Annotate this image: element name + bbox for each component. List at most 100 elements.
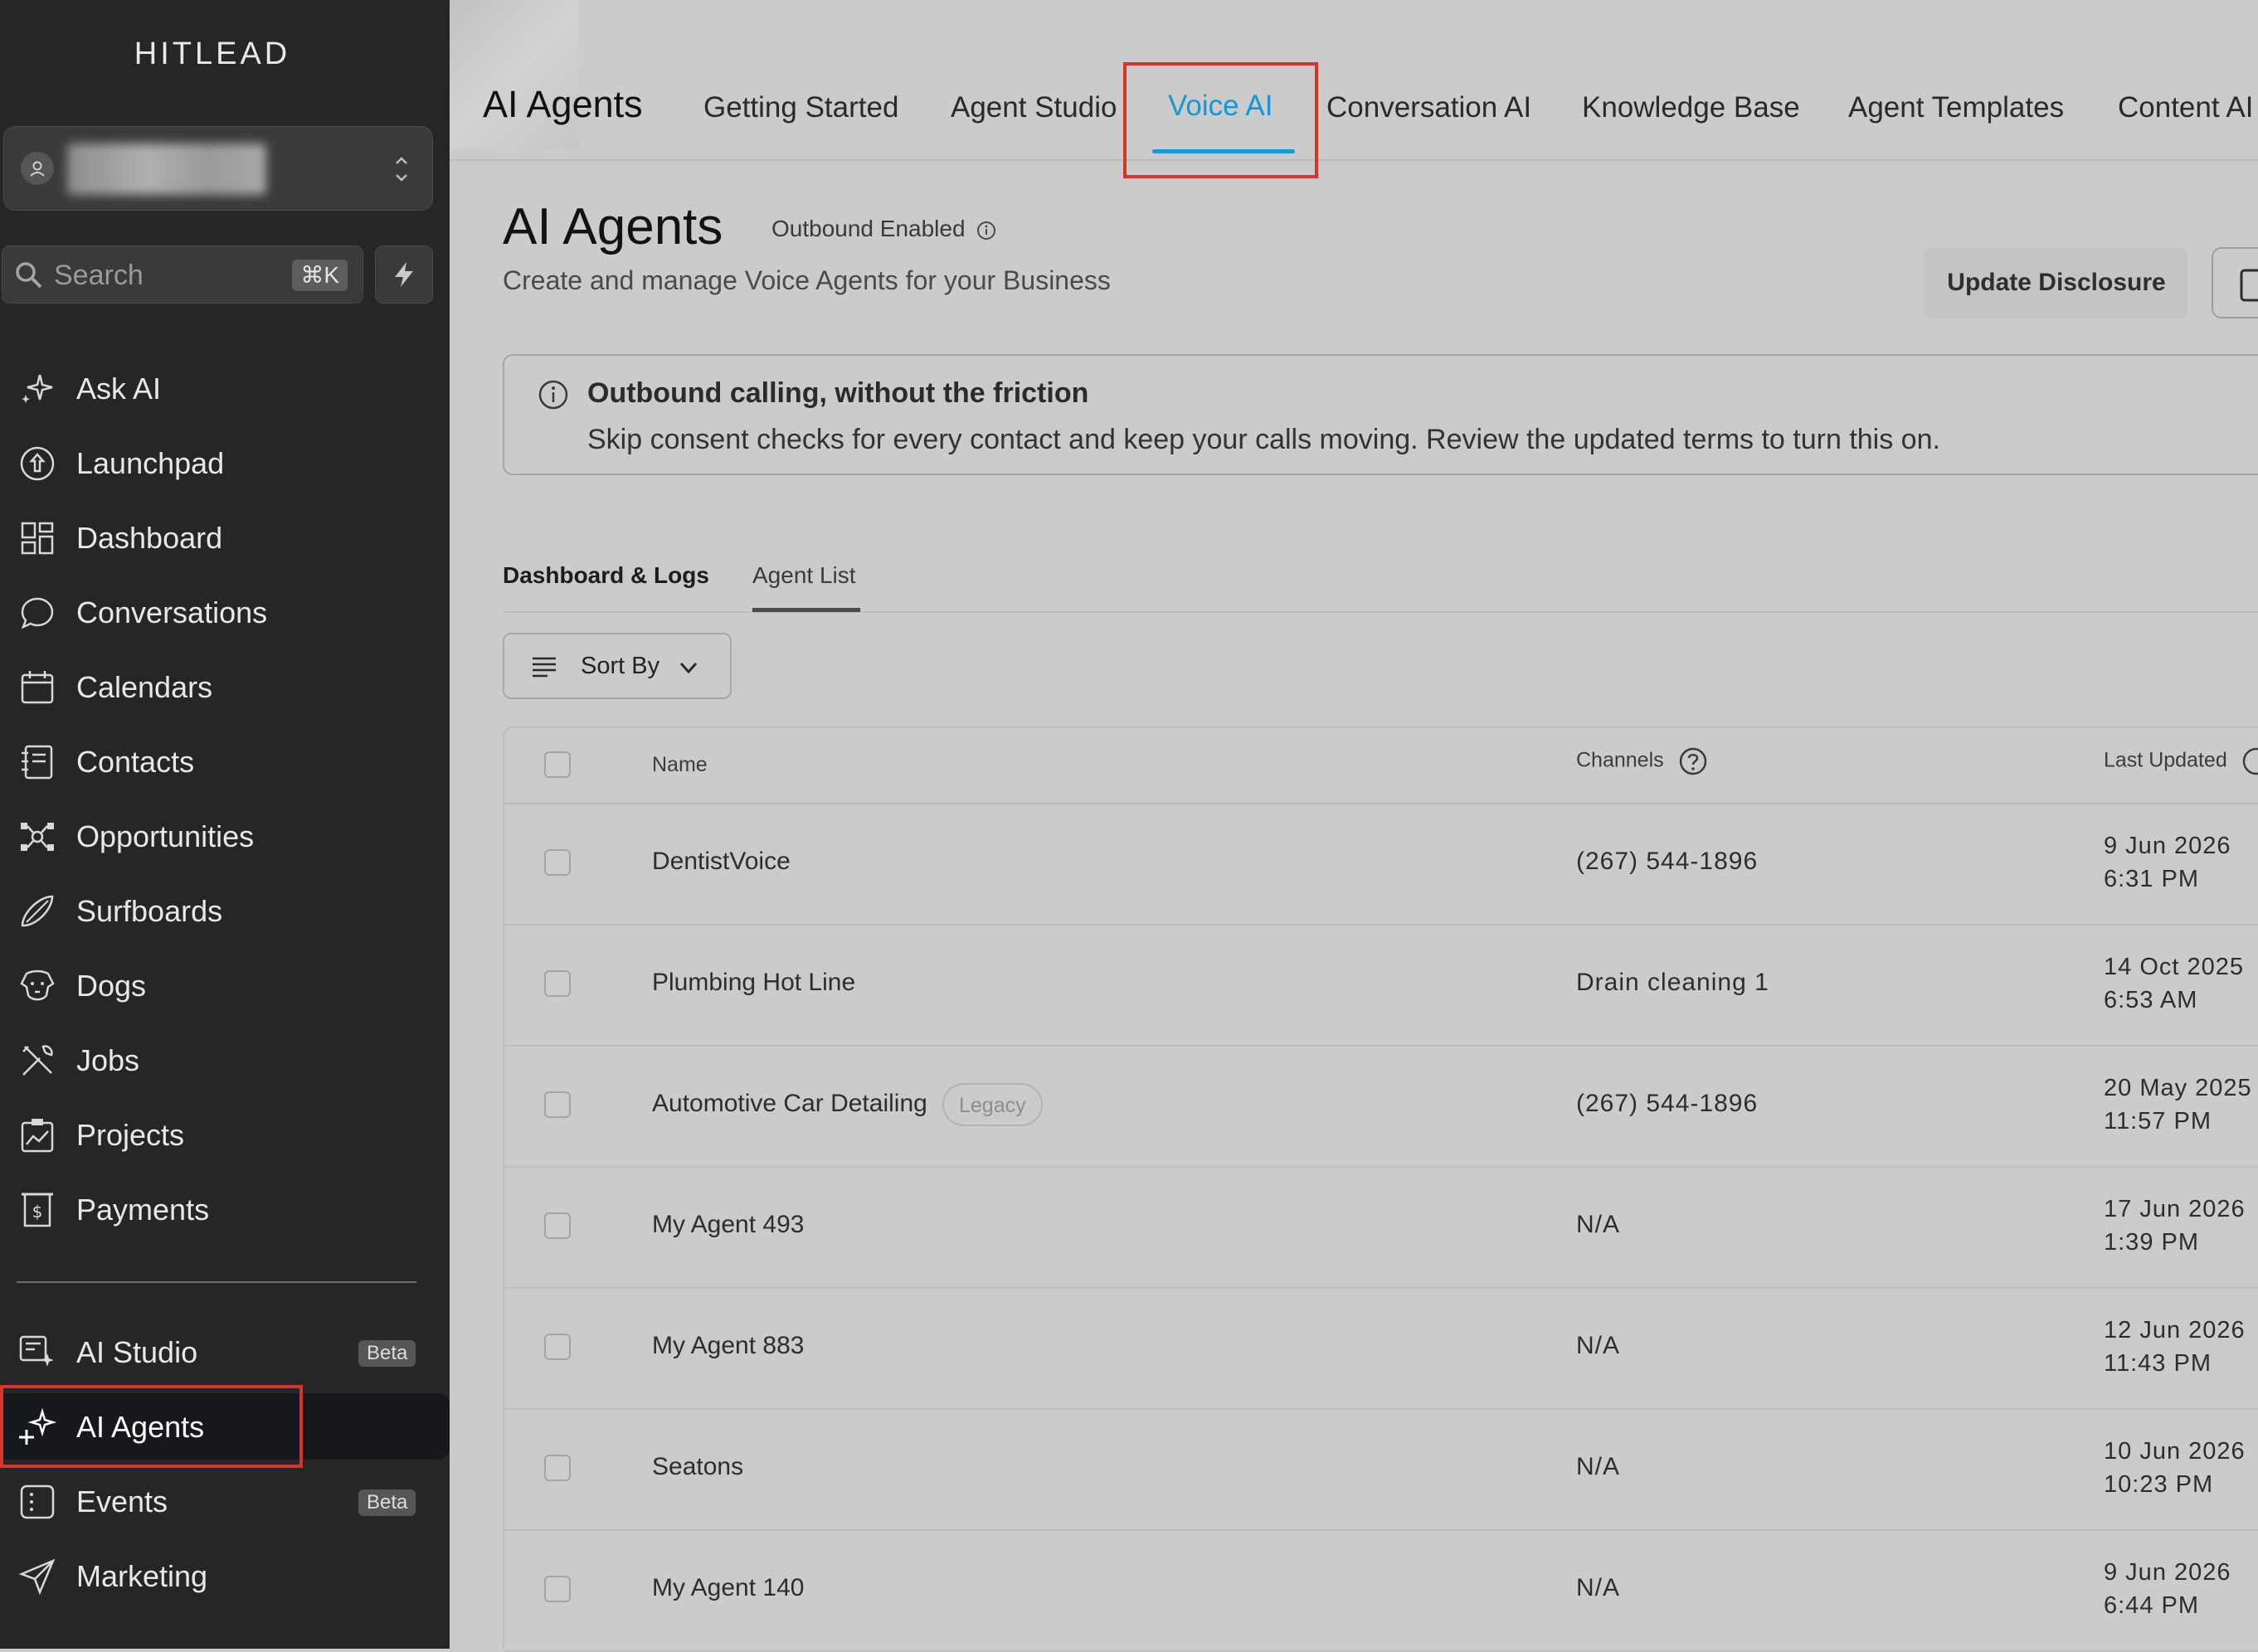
tools-icon <box>18 1042 56 1080</box>
tab-knowledge-base[interactable]: Knowledge Base <box>1582 91 1800 124</box>
last-updated-time: 1:39 PM <box>2104 1229 2199 1256</box>
more-actions-button[interactable] <box>2212 247 2258 318</box>
last-updated-time: 11:57 PM <box>2104 1108 2212 1135</box>
search-box[interactable]: Search ⌘K <box>2 245 363 304</box>
agent-name[interactable]: Automotive Car Detailing <box>652 1090 927 1118</box>
last-updated-date: 20 May 2025 <box>2104 1075 2252 1101</box>
help-icon[interactable] <box>1678 746 1708 776</box>
table-row[interactable]: My Agent 493 N/A 17 Jun 2026 1:39 PM <box>504 1166 2258 1289</box>
row-checkbox[interactable] <box>544 970 571 997</box>
sidebar-item-dogs[interactable]: Dogs <box>0 952 450 1018</box>
info-icon[interactable] <box>976 221 996 241</box>
agent-name[interactable]: Seatons <box>652 1453 743 1481</box>
beta-badge: Beta <box>358 1489 416 1516</box>
sidebar-item-label: Events <box>76 1484 168 1518</box>
events-icon <box>18 1483 56 1521</box>
tab-agent-studio[interactable]: Agent Studio <box>951 91 1117 124</box>
sidebar-item-label: Projects <box>76 1118 185 1152</box>
document-icon <box>2240 269 2258 302</box>
sidebar-item-label: Dogs <box>76 969 147 1003</box>
agent-name[interactable]: DentistVoice <box>652 848 791 876</box>
table-header: Name Channels Last Updated <box>504 728 2258 804</box>
row-checkbox[interactable] <box>544 1576 571 1602</box>
search-icon <box>14 260 44 290</box>
chevron-updown-icon <box>394 150 409 188</box>
surfboard-icon <box>18 892 56 930</box>
tab-dashboard-logs[interactable]: Dashboard & Logs <box>503 562 709 589</box>
agent-channel: N/A <box>1576 1453 1621 1480</box>
sidebar-item-contacts[interactable]: Contacts <box>0 728 450 794</box>
agent-channel: Drain cleaning 1 <box>1576 969 1769 996</box>
sidebar-item-launchpad[interactable]: Launchpad <box>0 430 450 496</box>
top-navigation: AI Agents Getting Started Agent Studio V… <box>450 0 2258 161</box>
update-disclosure-button[interactable]: Update Disclosure <box>1925 247 2188 318</box>
sidebar-item-label: Jobs <box>76 1043 140 1077</box>
column-header-name[interactable]: Name <box>652 753 708 777</box>
sidebar-item-ask-ai[interactable]: Ask AI <box>0 355 450 421</box>
account-switcher[interactable] <box>3 126 433 211</box>
sidebar-item-payments[interactable]: $ Payments <box>0 1176 450 1242</box>
outbound-status: Outbound Enabled <box>771 216 996 242</box>
ai-studio-icon <box>18 1334 56 1372</box>
row-checkbox[interactable] <box>544 1455 571 1481</box>
send-icon <box>18 1557 56 1596</box>
sidebar-item-dashboard[interactable]: Dashboard <box>0 504 450 571</box>
search-input[interactable]: Search <box>54 260 144 292</box>
tab-agent-list[interactable]: Agent List <box>752 562 856 589</box>
sidebar-item-ai-studio[interactable]: AI Studio Beta <box>0 1319 450 1385</box>
sidebar-item-label: Dashboard <box>76 521 223 555</box>
sidebar-item-projects[interactable]: Projects <box>0 1101 450 1168</box>
active-subtab-indicator <box>752 608 860 612</box>
agent-channel: (267) 544-1896 <box>1576 1090 1759 1117</box>
last-updated-time: 6:31 PM <box>2104 866 2199 892</box>
table-row[interactable]: My Agent 140 N/A 9 Jun 2026 6:44 PM <box>504 1529 2258 1652</box>
agent-name[interactable]: Plumbing Hot Line <box>652 969 855 997</box>
row-checkbox[interactable] <box>544 1091 571 1118</box>
row-checkbox[interactable] <box>544 1334 571 1360</box>
outbound-status-label: Outbound Enabled <box>771 216 966 241</box>
table-row[interactable]: DentistVoice (267) 544-1896 9 Jun 2026 6… <box>504 803 2258 926</box>
agent-name[interactable]: My Agent 140 <box>652 1574 804 1602</box>
tab-content-ai[interactable]: Content AI <box>2118 91 2253 124</box>
row-checkbox[interactable] <box>544 1212 571 1239</box>
location-icon <box>21 152 54 185</box>
last-updated-time: 10:23 PM <box>2104 1471 2214 1498</box>
table-row[interactable]: Seatons N/A 10 Jun 2026 10:23 PM <box>504 1408 2258 1531</box>
sidebar-item-label: Contacts <box>76 745 195 779</box>
tab-agent-templates[interactable]: Agent Templates <box>1848 91 2064 124</box>
account-name-redacted <box>67 143 266 195</box>
agent-channel: N/A <box>1576 1332 1621 1359</box>
sidebar-item-label: Conversations <box>76 595 268 629</box>
sidebar-item-label: Surfboards <box>76 894 223 928</box>
sidebar-item-surfboards[interactable]: Surfboards <box>0 877 450 944</box>
table-row[interactable]: My Agent 883 N/A 12 Jun 2026 11:43 PM <box>504 1287 2258 1410</box>
help-icon[interactable] <box>2241 746 2258 776</box>
sidebar-item-jobs[interactable]: Jobs <box>0 1027 450 1093</box>
banner-text: Skip consent checks for every contact an… <box>587 424 1940 455</box>
last-updated-time: 6:53 AM <box>2104 987 2198 1013</box>
row-checkbox[interactable] <box>544 849 571 876</box>
beta-badge: Beta <box>358 1340 416 1367</box>
chat-bubble-icon <box>18 594 56 632</box>
table-row[interactable]: Plumbing Hot Line Drain cleaning 1 14 Oc… <box>504 924 2258 1047</box>
banner-title: Outbound calling, without the friction <box>587 377 1089 409</box>
sidebar-item-calendars[interactable]: Calendars <box>0 654 450 720</box>
agent-name[interactable]: My Agent 493 <box>652 1211 804 1239</box>
rocket-icon <box>18 445 56 483</box>
quick-actions-button[interactable] <box>375 245 433 304</box>
select-all-checkbox[interactable] <box>544 751 571 778</box>
sidebar-item-opportunities[interactable]: Opportunities <box>0 803 450 869</box>
tab-getting-started[interactable]: Getting Started <box>703 91 898 124</box>
sidebar-item-label: Ask AI <box>76 372 162 406</box>
last-updated-date: 9 Jun 2026 <box>2104 1559 2231 1586</box>
tab-conversation-ai[interactable]: Conversation AI <box>1326 91 1531 124</box>
sidebar-item-marketing[interactable]: Marketing <box>0 1543 450 1609</box>
info-icon <box>538 379 569 411</box>
table-row[interactable]: Automotive Car Detailing Legacy (267) 54… <box>504 1045 2258 1168</box>
lightning-icon <box>395 262 413 287</box>
sidebar-item-events[interactable]: Events Beta <box>0 1468 450 1534</box>
sidebar-item-conversations[interactable]: Conversations <box>0 579 450 645</box>
agent-name[interactable]: My Agent 883 <box>652 1332 804 1360</box>
sort-by-dropdown[interactable]: Sort By <box>503 633 732 699</box>
sidebar-item-label: Opportunities <box>76 819 255 853</box>
